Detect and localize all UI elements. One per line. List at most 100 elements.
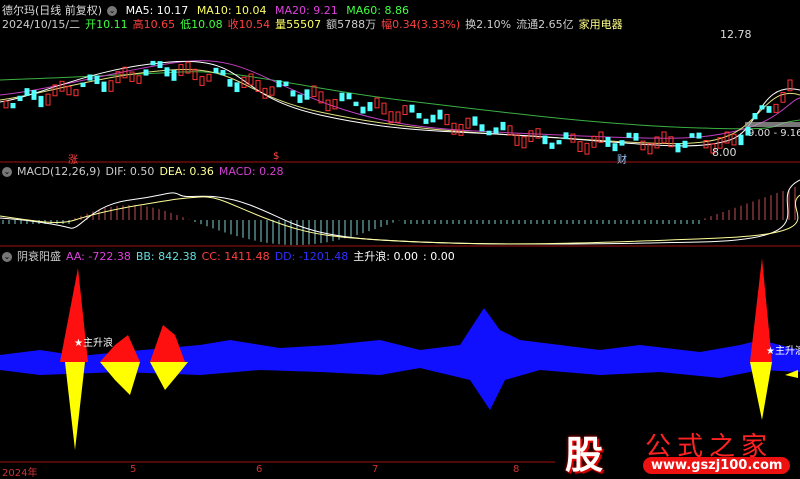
candle: [682, 140, 688, 148]
main-wave-value: 主升浪: 0.00: [353, 250, 418, 263]
candle: [297, 94, 303, 103]
chevron-down-icon[interactable]: ⌄: [2, 252, 12, 262]
candle: [738, 134, 744, 146]
candle: [353, 101, 359, 107]
candle: [346, 93, 352, 100]
candle: [675, 143, 681, 153]
candle: [416, 113, 422, 119]
candle: [339, 92, 345, 102]
candle: [213, 67, 219, 74]
x-label-jun: 6: [256, 464, 263, 475]
candle: [10, 103, 16, 109]
candle: [626, 132, 632, 138]
signal-label: 主升浪: [774, 346, 800, 357]
candle: [766, 106, 772, 113]
indicator-header: ⌄ 阴衰阳盛 AA: -722.38 BB: 842.38 CC: 1411.48 DD:…: [2, 248, 460, 264]
candle: [171, 69, 177, 81]
candle: [283, 81, 289, 87]
cost-label: 9.00 - 9.16: [748, 128, 800, 139]
candle: [360, 106, 366, 114]
x-label-jul: 7: [372, 464, 379, 475]
candle: [73, 89, 79, 97]
candle: [3, 100, 9, 109]
change: 幅0.34(3.33%): [381, 18, 461, 31]
candle: [108, 80, 114, 92]
candle: [444, 113, 450, 126]
candle: [367, 102, 373, 112]
candle: [31, 90, 37, 100]
candle: [136, 75, 142, 84]
chart-canvas: [0, 60, 800, 463]
candle: [80, 82, 86, 88]
candle: [493, 127, 499, 134]
candle: [500, 121, 506, 131]
settings-icon[interactable]: ⌄: [107, 6, 118, 16]
candle: [24, 88, 30, 96]
candle: [87, 74, 93, 81]
dea-value: DEA: 0.36: [159, 165, 214, 178]
dea-line: [0, 194, 800, 245]
indicator-title[interactable]: 阴衰阳盛: [17, 250, 61, 263]
close: 收10.54: [227, 18, 271, 31]
candle: [584, 142, 590, 155]
candle: [605, 136, 611, 147]
marker-finance[interactable]: 财: [617, 151, 627, 166]
volume: 量55507: [275, 18, 322, 31]
cost-band: [745, 122, 800, 127]
low-price-label: 8.00: [712, 146, 737, 159]
cc-value: CC: 1411.48: [201, 250, 270, 263]
candle: [556, 140, 562, 145]
candle: [101, 81, 107, 92]
candle: [759, 105, 765, 110]
dif-value: DIF: 0.50: [105, 165, 155, 178]
high: 高10.65: [132, 18, 176, 31]
candle: [192, 68, 198, 81]
candle: [752, 112, 758, 120]
candle: [619, 140, 625, 146]
candle: [248, 73, 254, 86]
candle: [395, 111, 401, 123]
candle: [612, 143, 618, 152]
candle: [472, 116, 478, 126]
candle: [542, 135, 548, 145]
candle: [143, 69, 149, 76]
candle: [164, 67, 170, 77]
candle: [549, 142, 555, 149]
high-price-label: 12.78: [720, 28, 752, 41]
candle: [374, 97, 380, 109]
candle: [157, 61, 163, 69]
candle: [129, 71, 135, 82]
quote-row: 2024/10/15/二 开10.11 高10.65 低10.08 收10.54 量555…: [2, 16, 628, 32]
candle: [220, 70, 226, 76]
candle: [773, 103, 779, 113]
logo-url: www.gszj100.com: [643, 457, 791, 474]
macd-title[interactable]: MACD(12,26,9): [17, 165, 101, 178]
candle: [731, 133, 737, 146]
macd-header: ⌄ MACD(12,26,9) DIF: 0.50 DEA: 0.36 MACD: 0.…: [2, 165, 289, 178]
open: 开10.11: [85, 18, 128, 31]
candle: [479, 124, 485, 132]
signal-label: 主升浪: [82, 338, 113, 349]
date: 2024/10/15/二: [2, 18, 81, 31]
candle: [661, 131, 667, 144]
dd-value: DD: -1201.48: [274, 250, 349, 263]
candle: [150, 60, 156, 66]
x-label-may: 5: [130, 464, 137, 475]
candle: [276, 80, 282, 88]
bb-value: BB: 842.38: [135, 250, 197, 263]
candle: [514, 134, 520, 146]
watermark-logo: 股 公式之家 www.gszj100.com: [555, 420, 800, 477]
candle: [689, 133, 695, 138]
candle: [290, 90, 296, 97]
candle: [409, 104, 415, 113]
candle: [465, 117, 471, 129]
candle: [94, 75, 100, 85]
chevron-down-icon[interactable]: ⌄: [2, 167, 12, 177]
candle: [325, 99, 331, 112]
candle: [199, 76, 205, 86]
candle: [591, 135, 597, 148]
macd-value: MACD: 0.28: [218, 165, 284, 178]
marker-dollar[interactable]: $: [273, 151, 279, 162]
candle: [577, 141, 583, 152]
marker-up[interactable]: 涨: [68, 151, 78, 166]
